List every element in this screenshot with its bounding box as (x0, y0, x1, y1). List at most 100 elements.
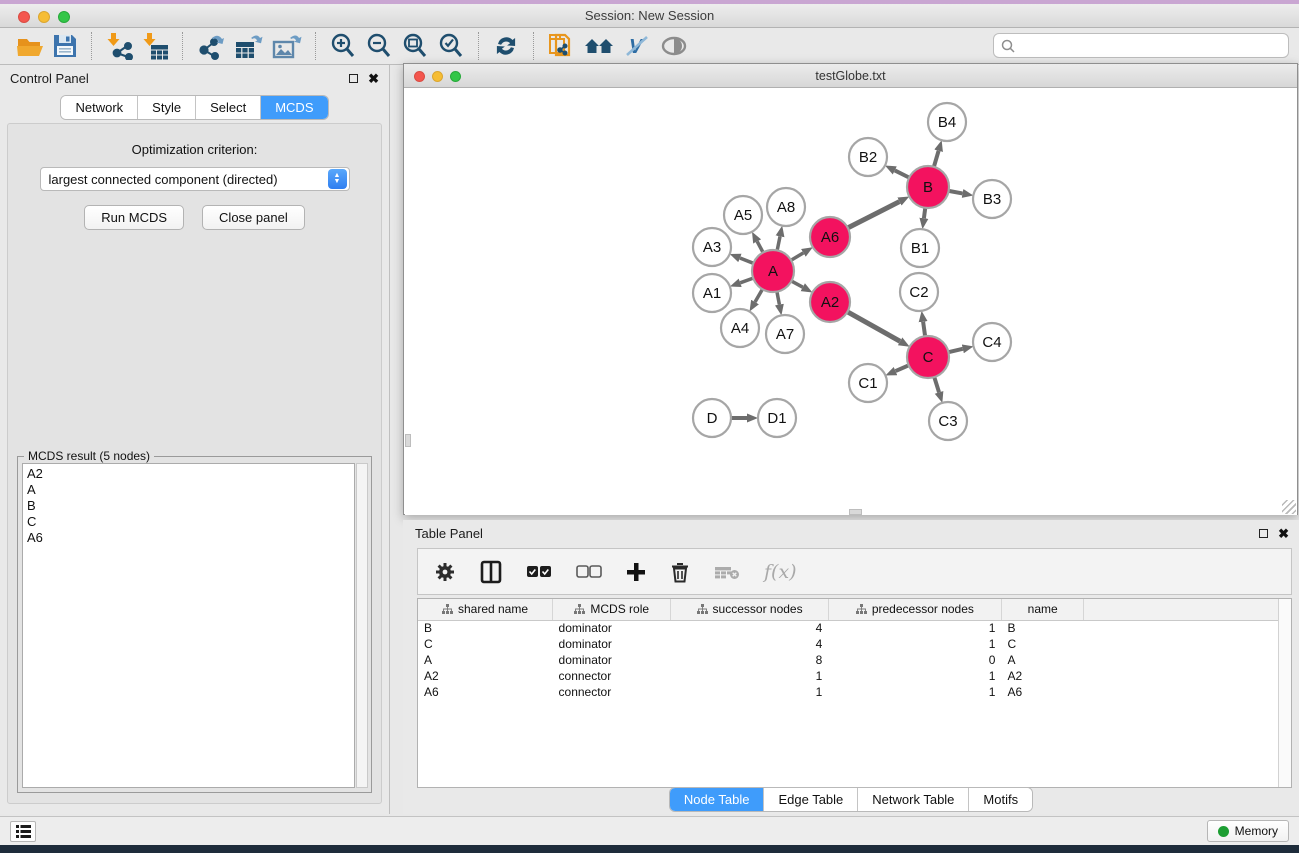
edge-A2-C[interactable] (847, 312, 900, 342)
zoom-in-button[interactable] (325, 30, 361, 62)
tab-network-table[interactable]: Network Table (858, 788, 969, 811)
tab-motifs[interactable]: Motifs (969, 788, 1032, 811)
tab-mcds[interactable]: MCDS (261, 96, 327, 119)
edge-A-A2[interactable] (791, 281, 802, 287)
edge-B-B1[interactable] (924, 208, 925, 218)
task-history-button[interactable] (10, 821, 36, 842)
result-item[interactable]: C (27, 514, 354, 530)
export-network-button[interactable] (192, 30, 230, 62)
edge-C-C1[interactable] (896, 365, 909, 371)
node-label-A6: A6 (821, 229, 839, 246)
tab-edge-table[interactable]: Edge Table (764, 788, 858, 811)
result-scrollbar[interactable] (356, 463, 368, 788)
resize-grip-icon[interactable] (1282, 500, 1296, 514)
result-item[interactable]: B (27, 498, 354, 514)
network-graph[interactable]: AA1A2A3A4A5A6A7A8BB1B2B3B4CC1C2C3C4DD1 (405, 89, 1297, 515)
tab-node-table[interactable]: Node Table (670, 788, 765, 811)
edge-A6-B[interactable] (848, 202, 900, 228)
control-panel-header: Control Panel ✖ (0, 65, 389, 91)
table-settings-button[interactable] (434, 556, 456, 588)
edge-C-C4[interactable] (948, 349, 962, 352)
column-header-predecessor-nodes[interactable]: predecessor nodes (828, 599, 1001, 620)
add-column-button[interactable] (626, 556, 646, 588)
memory-button[interactable]: Memory (1207, 820, 1289, 842)
network-close-button[interactable] (414, 71, 425, 82)
run-mcds-button[interactable]: Run MCDS (84, 205, 184, 230)
table-row[interactable]: A6connector11A6 (418, 684, 1291, 700)
delete-column-button[interactable] (670, 556, 690, 588)
edge-A-A8[interactable] (777, 236, 780, 250)
edge-A-A4[interactable] (755, 289, 762, 302)
delete-table-button[interactable] (714, 556, 740, 588)
tab-network[interactable]: Network (61, 96, 138, 119)
application-window: Session: New Session (0, 0, 1299, 853)
optimization-criterion-select[interactable]: largest connected component (directed) ▲… (40, 167, 350, 191)
home-button[interactable] (579, 30, 619, 62)
zoom-selected-button[interactable] (433, 30, 469, 62)
eye-button[interactable] (655, 30, 693, 62)
network-minimize-button[interactable] (432, 71, 443, 82)
import-table-button[interactable] (137, 30, 173, 62)
deselect-all-columns-button[interactable] (576, 556, 602, 588)
open-session-button[interactable] (12, 30, 48, 62)
result-item[interactable]: A2 (27, 466, 354, 482)
table-row[interactable]: Cdominator41C (418, 636, 1291, 652)
export-table-button[interactable] (230, 30, 268, 62)
edge-B-B2[interactable] (895, 170, 909, 177)
close-panel-icon[interactable]: ✖ (368, 74, 379, 83)
network-window-titlebar[interactable]: testGlobe.txt (404, 64, 1297, 88)
node-label-B4: B4 (938, 114, 956, 131)
column-header-successor-nodes[interactable]: successor nodes (671, 599, 828, 620)
unchecked-boxes-icon (576, 565, 602, 579)
column-header-shared-name[interactable]: shared name (418, 599, 553, 620)
select-all-columns-button[interactable] (526, 556, 552, 588)
edge-A-A7[interactable] (777, 292, 779, 305)
cell: B (1001, 620, 1083, 636)
zoom-out-button[interactable] (361, 30, 397, 62)
table-row[interactable]: Adominator80A (418, 652, 1291, 668)
node-label-A: A (768, 263, 778, 280)
clone-network-button[interactable] (543, 30, 579, 62)
hide-analysis-button[interactable]: V (619, 30, 655, 62)
edge-A-A3[interactable] (740, 258, 754, 263)
edge-B-B4[interactable] (934, 151, 939, 167)
search-icon (1000, 38, 1016, 54)
column-header-MCDS-role[interactable]: MCDS role (553, 599, 671, 620)
table-row[interactable]: Bdominator41B (418, 620, 1291, 636)
export-image-button[interactable] (268, 30, 306, 62)
close-table-panel-icon[interactable]: ✖ (1278, 529, 1289, 538)
edge-A-A6[interactable] (791, 253, 803, 260)
node-label-A2: A2 (821, 294, 839, 311)
horizontal-scroll-nub[interactable] (849, 509, 862, 515)
result-item[interactable]: A6 (27, 530, 354, 546)
refresh-button[interactable] (488, 30, 524, 62)
close-window-button[interactable] (18, 11, 30, 23)
zoom-fit-button[interactable] (397, 30, 433, 62)
import-network-button[interactable] (101, 30, 137, 62)
tab-select[interactable]: Select (196, 96, 261, 119)
zoom-window-button[interactable] (58, 11, 70, 23)
function-builder-button[interactable]: f(x) (764, 556, 797, 588)
show-columns-button[interactable] (480, 556, 502, 588)
tab-style[interactable]: Style (138, 96, 196, 119)
edge-A-A1[interactable] (740, 278, 753, 283)
float-table-panel-icon[interactable] (1259, 529, 1268, 538)
edge-C-C3[interactable] (934, 377, 939, 392)
result-item[interactable]: A (27, 482, 354, 498)
search-field[interactable] (993, 33, 1289, 58)
save-session-button[interactable] (48, 30, 82, 62)
table-row[interactable]: A2connector11A2 (418, 668, 1291, 684)
edge-A-A5[interactable] (757, 241, 763, 252)
minimize-window-button[interactable] (38, 11, 50, 23)
edge-C-C2[interactable] (923, 322, 925, 336)
edge-B-B3[interactable] (949, 191, 963, 194)
close-panel-button[interactable]: Close panel (202, 205, 305, 230)
column-header-name[interactable]: name (1001, 599, 1083, 620)
vertical-scroll-nub[interactable] (405, 434, 411, 447)
search-input[interactable] (1016, 39, 1288, 53)
cell-empty (1084, 620, 1291, 636)
float-panel-icon[interactable] (349, 74, 358, 83)
network-canvas[interactable]: AA1A2A3A4A5A6A7A8BB1B2B3B4CC1C2C3C4DD1 (405, 89, 1297, 515)
network-zoom-button[interactable] (450, 71, 461, 82)
table-scrollbar[interactable] (1278, 599, 1291, 787)
